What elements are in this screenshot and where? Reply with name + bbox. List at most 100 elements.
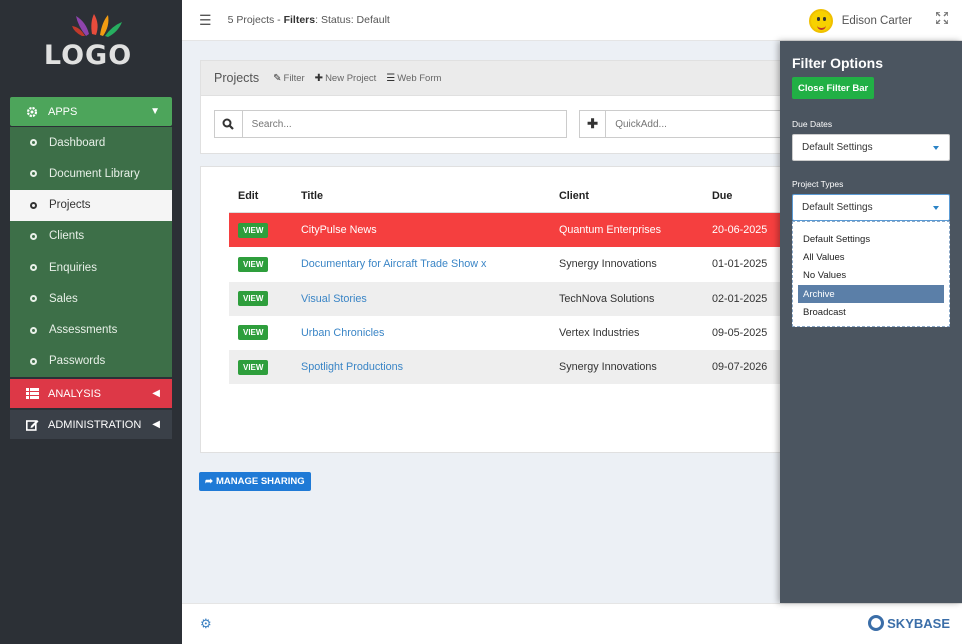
sidebar-item-clients[interactable]: Clients xyxy=(10,221,172,252)
project-title-link[interactable]: Spotlight Productions xyxy=(301,361,559,373)
view-button[interactable]: VIEW xyxy=(238,256,269,272)
project-types-label: Project Types xyxy=(792,179,844,189)
quickadd-input[interactable] xyxy=(606,118,788,130)
close-filter-bar-button[interactable]: Close Filter Bar xyxy=(792,77,875,99)
avatar xyxy=(808,9,833,33)
hamburger-menu-icon[interactable]: ☰ xyxy=(199,12,212,29)
gear-icon[interactable]: ⚙ xyxy=(200,616,212,632)
crumb-prefix: 5 Projects - xyxy=(227,14,284,26)
col-edit-header: Edit xyxy=(238,189,259,202)
search-icon[interactable] xyxy=(215,111,243,137)
dropdown-option[interactable]: Default Settings xyxy=(793,230,949,248)
project-title-link[interactable]: Visual Stories xyxy=(301,293,559,305)
project-types-select[interactable]: Default Settings xyxy=(792,194,950,221)
search-row: ✚ xyxy=(200,96,800,154)
gear-icon xyxy=(26,106,40,118)
sidebar-item-label: Clients xyxy=(49,230,85,243)
sidebar-item-document-library[interactable]: Document Library xyxy=(10,158,172,189)
sidebar-item-label: Document Library xyxy=(49,167,140,180)
dropdown-option[interactable]: Broadcast xyxy=(793,303,949,321)
client-cell: Synergy Innovations xyxy=(559,361,657,374)
sidebar-item-label: Assessments xyxy=(49,324,118,337)
table-header: Edit Title Client Due xyxy=(229,179,789,213)
nav-analysis-label: ANALYSIS xyxy=(48,387,101,400)
list-icon: ☰ xyxy=(386,72,396,84)
dropdown-option-selected[interactable]: Archive xyxy=(798,284,944,304)
sidebar-item-dashboard[interactable]: Dashboard xyxy=(10,127,172,158)
view-button[interactable]: VIEW xyxy=(238,222,269,238)
view-button[interactable]: VIEW xyxy=(238,325,269,341)
web-form-label: Web Form xyxy=(397,72,442,84)
sidebar-item-label: Sales xyxy=(49,292,78,305)
table-row: VIEW Documentary for Aircraft Trade Show… xyxy=(229,247,789,281)
edit-icon: ✎ xyxy=(273,72,282,84)
breadcrumb: 5 Projects - Filters: Status: Default xyxy=(228,14,390,26)
project-title-link[interactable]: CityPulse News xyxy=(301,224,559,236)
logo-text: LOGO xyxy=(43,39,133,71)
search-input[interactable] xyxy=(242,118,566,130)
project-types-dropdown: Default Settings All Values No Values Ar… xyxy=(792,221,950,327)
nav-administration[interactable]: ADMINISTRATION ◀ xyxy=(10,410,172,439)
logo[interactable]: LOGO xyxy=(0,0,182,82)
chevron-left-icon: ◀ xyxy=(152,388,160,399)
fullscreen-icon[interactable] xyxy=(935,11,949,27)
chevron-down-icon: ▼ xyxy=(150,106,160,117)
footer: ⚙ SKYBASE xyxy=(182,603,962,644)
sidebar: LOGO APPS ▼ Dashboard Document Library P… xyxy=(0,0,182,644)
circle-icon xyxy=(30,201,37,209)
nav-apps[interactable]: APPS ▼ xyxy=(10,97,172,126)
manage-sharing-label: MANAGE SHARING xyxy=(215,476,305,487)
due-cell: 02-01-2025 xyxy=(712,292,768,305)
sidebar-item-label: Enquiries xyxy=(49,261,97,274)
circle-icon xyxy=(30,170,37,178)
table-row: VIEW CityPulse News Quantum Enterprises … xyxy=(229,213,789,248)
sidebar-item-passwords[interactable]: Passwords xyxy=(10,346,172,377)
sidebar-item-assessments[interactable]: Assessments xyxy=(10,315,172,346)
col-client-header[interactable]: Client xyxy=(559,190,712,202)
due-dates-label: Due Dates xyxy=(792,119,833,129)
client-cell: TechNova Solutions xyxy=(559,292,655,305)
nav-administration-label: ADMINISTRATION xyxy=(48,418,142,431)
plus-icon[interactable]: ✚ xyxy=(580,111,607,137)
project-title-link[interactable]: Urban Chronicles xyxy=(301,327,559,339)
crumb-filters: Filters xyxy=(283,14,316,26)
nav-analysis[interactable]: ANALYSIS ◀ xyxy=(10,379,172,408)
page-title: Projects xyxy=(214,71,260,85)
manage-sharing-button[interactable]: ➦ MANAGE SHARING xyxy=(199,472,311,491)
col-title-header[interactable]: Title xyxy=(301,190,559,202)
client-cell: Synergy Innovations xyxy=(559,258,657,271)
new-project-link[interactable]: ✚ New Project xyxy=(315,73,377,84)
sidebar-item-projects[interactable]: Projects xyxy=(10,189,172,221)
due-cell: 20-06-2025 xyxy=(712,224,768,237)
sidebar-item-label: Passwords xyxy=(49,355,106,368)
filter-link-label: Filter xyxy=(283,72,305,84)
logo-petals-icon xyxy=(72,14,122,37)
projects-panel-header: Projects ✎ Filter ✚ New Project ☰ Web Form xyxy=(200,60,800,96)
apps-menu: Dashboard Document Library Projects Clie… xyxy=(10,127,172,377)
view-button[interactable]: VIEW xyxy=(238,359,269,375)
filter-link[interactable]: ✎ Filter xyxy=(273,73,305,84)
sidebar-item-enquiries[interactable]: Enquiries xyxy=(10,252,172,283)
sidebar-item-label: Projects xyxy=(49,199,91,212)
col-due-header[interactable]: Due xyxy=(712,190,789,202)
project-title-link[interactable]: Documentary for Aircraft Trade Show x xyxy=(301,258,559,270)
client-cell: Quantum Enterprises xyxy=(559,224,662,237)
sidebar-item-sales[interactable]: Sales xyxy=(10,283,172,314)
filter-panel-title: Filter Options xyxy=(792,55,883,71)
edit-icon xyxy=(26,419,40,431)
nav-apps-label: APPS xyxy=(48,105,78,118)
table-row: VIEW Spotlight Productions Synergy Innov… xyxy=(229,350,789,385)
circle-icon xyxy=(30,326,37,334)
user-menu[interactable]: Edison Carter xyxy=(808,9,912,33)
table-row: VIEW Urban Chronicles Vertex Industries … xyxy=(229,316,789,350)
quickadd-group: ✚ xyxy=(579,110,789,138)
client-cell: Vertex Industries xyxy=(559,326,640,339)
due-dates-select[interactable]: Default Settings xyxy=(792,134,950,161)
web-form-link[interactable]: ☰ Web Form xyxy=(386,73,441,84)
dropdown-option[interactable]: No Values xyxy=(793,267,949,285)
view-button[interactable]: VIEW xyxy=(238,291,269,307)
dropdown-option[interactable]: All Values xyxy=(793,248,949,266)
search-group xyxy=(214,110,567,138)
plus-icon: ✚ xyxy=(314,72,324,84)
new-project-label: New Project xyxy=(325,72,377,84)
